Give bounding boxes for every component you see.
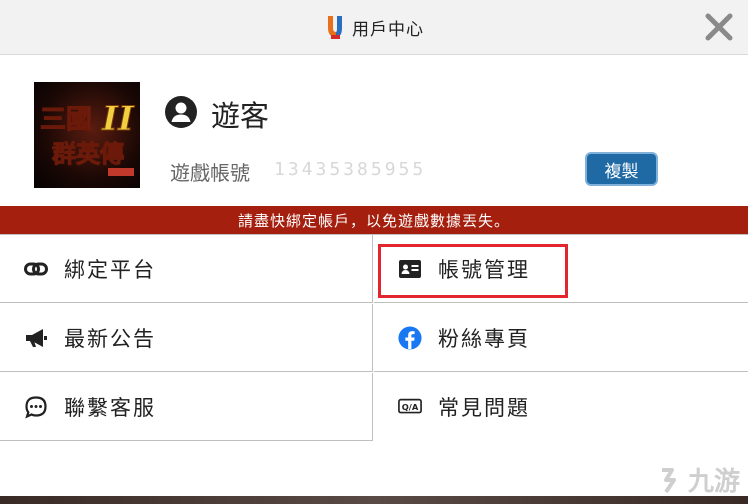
game-thumbnail: 三國 II 群英傳: [34, 82, 140, 188]
user-icon: [165, 96, 197, 128]
background-strip: [0, 496, 748, 504]
watermark-logo-icon: [661, 467, 676, 493]
bind-warning-banner: 請盡快綁定帳戶，以免遊戲數據丟失。: [0, 206, 748, 234]
header-title-group: 用戶中心: [324, 14, 424, 40]
menu-item-customer-service[interactable]: 聯繫客服: [0, 373, 373, 441]
megaphone-icon: [24, 326, 48, 350]
menu-label: 最新公告: [64, 326, 156, 351]
menu-item-faq[interactable]: Q/A 常見問題: [374, 373, 748, 441]
svg-text:Q/A: Q/A: [402, 402, 419, 412]
qa-icon: Q/A: [398, 395, 422, 419]
menu-item-fan-page[interactable]: 粉絲專頁: [374, 304, 748, 372]
menu-label: 帳號管理: [438, 257, 530, 282]
header-bar: 用戶中心: [0, 0, 748, 55]
copy-button[interactable]: 複製: [585, 152, 658, 186]
menu-label: 綁定平台: [64, 257, 156, 282]
svg-text:II: II: [101, 99, 135, 139]
account-label: 遊戲帳號: [170, 161, 250, 185]
facebook-icon: [398, 325, 422, 350]
menu-label: 粉絲專頁: [438, 326, 530, 351]
menu-grid: 綁定平台 帳號管理 最新公告 粉絲專頁 聯繫客服 Q/A 常見問題: [0, 234, 748, 445]
svg-text:群英傳: 群英傳: [52, 139, 124, 168]
username: 遊客: [211, 99, 270, 133]
brand-logo-icon: [328, 16, 342, 39]
account-id: 13435385955: [274, 159, 427, 180]
id-card-icon: [398, 257, 422, 281]
watermark-text: 九游: [687, 467, 740, 497]
game-logo-icon: 三國 II 群英傳: [40, 99, 135, 176]
header-title: 用戶中心: [352, 19, 424, 40]
menu-label: 常見問題: [438, 396, 530, 420]
link-icon: [24, 257, 48, 281]
menu-label: 聯繫客服: [64, 395, 156, 420]
chat-icon: [24, 395, 48, 419]
close-button[interactable]: [702, 10, 736, 44]
menu-item-account-manage[interactable]: 帳號管理: [374, 235, 748, 303]
bottom-area: [0, 444, 748, 504]
profile-section: 三國 II 群英傳 遊客 遊戲帳號 13435385955 複製: [0, 55, 748, 206]
svg-text:三國: 三國: [40, 105, 92, 135]
close-icon: [705, 13, 733, 41]
menu-item-bind-platform[interactable]: 綁定平台: [0, 235, 373, 303]
menu-item-announcements[interactable]: 最新公告: [0, 304, 373, 372]
watermark: 九游: [658, 461, 740, 498]
